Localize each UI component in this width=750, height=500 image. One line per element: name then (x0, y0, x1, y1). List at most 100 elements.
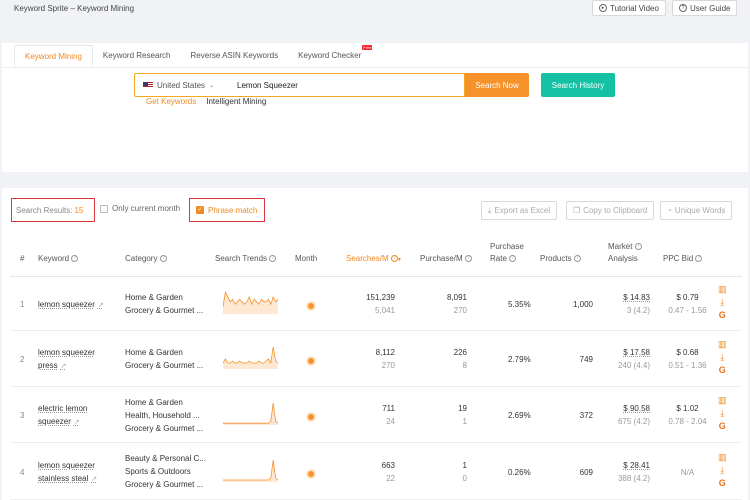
download-icon[interactable]: ⤓ (720, 352, 724, 362)
month-indicator-dot (308, 358, 314, 364)
tab-keyword-checker[interactable]: Keyword CheckerFree (288, 45, 382, 67)
col-purchases-label: Purchase/M (420, 254, 463, 263)
market-cell[interactable]: $ 28.41 388 (4.2) (606, 459, 650, 485)
keyword-line[interactable]: press ↗ (38, 359, 118, 373)
col-purchases[interactable]: Purchase/M ? (420, 253, 472, 265)
row-tools: ▥ ⤓ G (718, 452, 727, 488)
external-link-icon[interactable]: ↗ (91, 476, 97, 483)
help-icon: ? (71, 255, 79, 263)
market-cell[interactable]: $ 14.83 3 (4.2) (606, 291, 650, 317)
keyword-cell[interactable]: lemon squeezer ↗ (38, 298, 118, 312)
searches-sub: 24 (386, 417, 395, 426)
market-price[interactable]: $ 90.58 (606, 402, 650, 415)
table-row: 4 lemon squeezer stainless steal ↗ Beauty & … (10, 443, 742, 500)
app-title: Keyword Sprite – Keyword Mining (14, 4, 135, 13)
search-now-button[interactable]: Search Now (465, 73, 529, 97)
bar-chart-icon[interactable]: ▥ (718, 339, 727, 349)
us-flag-icon (143, 81, 153, 89)
col-ppc-label: PPC Bid (663, 254, 694, 263)
keyword-line[interactable]: stainless steal ↗ (38, 472, 118, 486)
category-line: Health, Household ... (125, 410, 200, 420)
col-searches[interactable]: Searches/M ? ▾ (346, 253, 401, 266)
category-line: Home & Garden (125, 348, 183, 357)
sparkline-line (223, 402, 279, 424)
market-price[interactable]: $ 14.83 (606, 291, 650, 304)
download-icon[interactable]: ⤓ (720, 408, 724, 418)
bar-chart-icon[interactable]: ▥ (718, 395, 727, 405)
col-market-analysis[interactable]: Market ? Analysis (608, 241, 642, 265)
search-trend-sparkline[interactable] (223, 457, 279, 483)
keyword-cell[interactable]: lemon squeezer press ↗ (38, 346, 118, 373)
keyword-input[interactable]: Lemon Squeezer (225, 81, 298, 90)
col-purchase-rate[interactable]: Purchase Rate ? (490, 241, 524, 265)
keyword-line[interactable]: lemon squeezer (38, 459, 118, 472)
export-excel-label: Export as Excel (494, 206, 551, 215)
col-products[interactable]: Products ? (540, 253, 581, 265)
col-ppc-bid[interactable]: PPC Bid ? (663, 253, 703, 265)
unique-words-button[interactable]: ◔ Unique Words (660, 201, 733, 220)
category-line: Home & Garden (125, 293, 183, 302)
market-cell[interactable]: $ 90.58 675 (4.2) (606, 402, 650, 428)
bar-chart-icon[interactable]: ▥ (718, 284, 727, 294)
pie-icon: ◔ (667, 206, 672, 215)
play-icon: ▸ (599, 4, 607, 12)
phrase-match-checkbox[interactable]: ✓ Phrase match (189, 198, 265, 222)
user-guide-button[interactable]: ? User Guide (672, 0, 738, 16)
bar-chart-icon[interactable]: ▥ (718, 452, 727, 462)
tab-keyword-checker-label: Keyword Checker (298, 51, 362, 60)
subtab-get-keywords[interactable]: Get Keywords (146, 97, 196, 106)
market-price[interactable]: $ 17.58 (606, 346, 650, 359)
external-link-icon[interactable]: ↗ (74, 419, 80, 426)
copy-clipboard-button[interactable]: ❐ Copy to Clipboard (566, 201, 655, 220)
ppc-cell: $ 1.02 0.78 - 2.04 (665, 402, 710, 428)
google-icon[interactable]: G (719, 421, 726, 431)
tab-reverse-asin[interactable]: Reverse ASIN Keywords (181, 45, 289, 67)
market-price[interactable]: $ 28.41 (606, 459, 650, 472)
search-panel: Keyword Mining Keyword Research Reverse … (2, 43, 748, 172)
col-searches-label: Searches/M (346, 254, 389, 263)
search-trend-sparkline[interactable] (223, 289, 279, 315)
searches-value: 663 (381, 460, 395, 470)
keyword-line[interactable]: electric lemon (38, 402, 118, 415)
only-current-month-checkbox[interactable]: Only current month (100, 204, 180, 213)
keyword-line[interactable]: squeezer ↗ (38, 415, 118, 429)
external-link-icon[interactable]: ↗ (61, 363, 67, 370)
search-trend-sparkline[interactable] (223, 344, 279, 370)
col-search-trends[interactable]: Search Trends ? (215, 253, 277, 265)
products-cell: 609 (579, 467, 593, 477)
download-icon: ⤓ (488, 205, 492, 215)
search-history-button[interactable]: Search History (541, 73, 615, 97)
download-icon[interactable]: ⤓ (720, 297, 724, 307)
ppc-cell: $ 0.79 0.47 - 1.56 (665, 291, 710, 317)
row-tools: ▥ ⤓ G (718, 395, 727, 431)
tab-keyword-research[interactable]: Keyword Research (93, 45, 181, 67)
purchases-cell: 19 1 (427, 402, 467, 428)
col-month[interactable]: Month (295, 253, 317, 265)
purchase-rate-cell: 0.26% (508, 467, 531, 477)
tutorial-video-button[interactable]: ▸ Tutorial Video (592, 0, 666, 16)
google-icon[interactable]: G (719, 310, 726, 320)
col-keyword[interactable]: Keyword ? (38, 253, 79, 265)
purchases-cell: 10 (427, 459, 467, 485)
keyword-cell[interactable]: electric lemon squeezer ↗ (38, 402, 118, 429)
col-category[interactable]: Category ? (125, 253, 167, 265)
external-link-icon[interactable]: ↗ (98, 302, 104, 309)
download-icon[interactable]: ⤓ (720, 465, 724, 475)
unique-words-label: Unique Words (674, 206, 726, 215)
keyword-line[interactable]: lemon squeezer ↗ (38, 298, 118, 312)
tab-keyword-mining[interactable]: Keyword Mining (14, 45, 93, 67)
free-badge: Free (362, 45, 373, 50)
category-line: Home & Garden (125, 397, 183, 407)
country-select[interactable]: United States ⌄ (135, 74, 225, 96)
google-icon[interactable]: G (719, 365, 726, 375)
keyword-cell[interactable]: lemon squeezer stainless steal ↗ (38, 459, 118, 486)
keyword-line[interactable]: lemon squeezer (38, 346, 118, 359)
searches-value: 8,112 (375, 348, 395, 357)
export-excel-button[interactable]: ⤓ Export as Excel (481, 201, 558, 220)
subtab-intelligent-mining[interactable]: Intelligent Mining (206, 97, 266, 106)
help-icon: ? (509, 255, 517, 263)
google-icon[interactable]: G (719, 478, 726, 488)
search-trend-sparkline[interactable] (223, 400, 279, 426)
sparkline-area (223, 292, 278, 314)
market-cell[interactable]: $ 17.58 240 (4.4) (606, 346, 650, 372)
